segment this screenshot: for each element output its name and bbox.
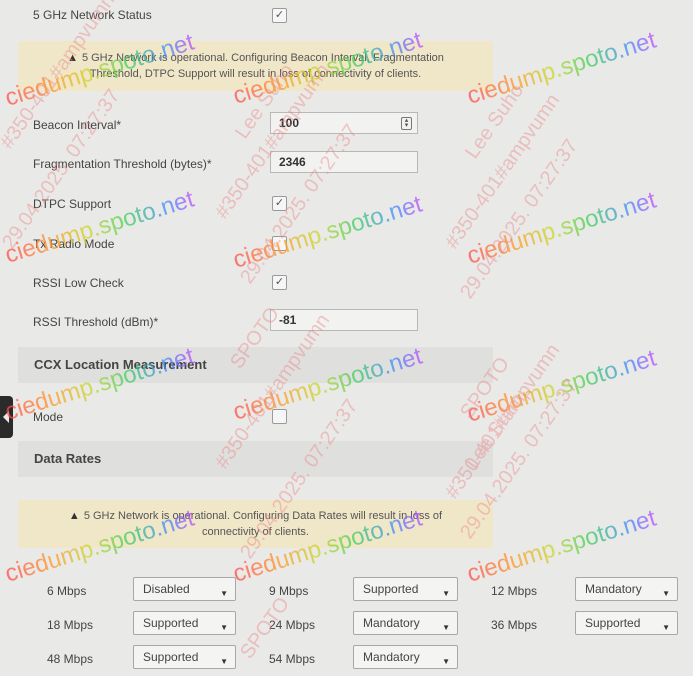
rssi-low-check-checkbox[interactable]: ✓ [272,275,287,290]
chevron-down-icon: ▼ [442,657,450,666]
watermark-site-text: ciedump.spoto.net [464,26,660,109]
chevron-down-icon: ▼ [662,623,670,632]
watermark-site-text: ciedump.spoto.net [464,186,660,269]
chevron-down-icon: ▼ [220,623,228,632]
rate-label-18: 18 Mbps [47,618,94,632]
chevron-down-icon: ▼ [442,589,450,598]
rate-select-36[interactable]: Supported ▼ [575,611,678,635]
rate-select-value: Supported [143,616,199,630]
rate-select-6[interactable]: Disabled ▼ [133,577,236,601]
rates-warning-banner: ▲ 5 GHz Network is operational. Configuri… [18,500,493,548]
chevron-down-icon: ▼ [442,623,450,632]
rate-select-value: Supported [585,616,641,630]
rates-warning-text-2: connectivity of clients. [202,526,309,538]
rate-label-12: 12 Mbps [491,584,538,598]
chevron-down-icon: ▼ [220,589,228,598]
watermark-name-text: Lee Suho [461,80,528,163]
rate-label-54: 54 Mbps [269,652,316,666]
ccx-location-section-header: CCX Location Measurement [18,347,493,383]
rate-select-value: Mandatory [363,650,420,664]
rate-select-54[interactable]: Mandatory ▼ [353,645,458,669]
beacon-interval-field[interactable]: 100 ▴ ▾ [270,112,418,134]
chevron-down-icon: ▼ [220,657,228,666]
beacon-interval-value: 100 [279,116,300,130]
wlan-5ghz-parameters-page: 5 GHz Network Status ✓ ▲ 5 GHz Network is… [0,0,693,676]
rate-select-12[interactable]: Mandatory ▼ [575,577,678,601]
network-status-checkbox[interactable]: ✓ [272,8,287,23]
rssi-threshold-label: RSSI Threshold (dBm)* [33,315,159,329]
rate-label-6: 6 Mbps [47,584,87,598]
fragmentation-label: Fragmentation Threshold (bytes)* [33,157,212,171]
watermark-overlay: ciedump.spoto.net ciedump.spoto.net cied… [0,0,660,663]
rate-select-value: Disabled [143,582,190,596]
network-status-label: 5 GHz Network Status [33,8,152,22]
warning-icon: ▲ [67,52,78,64]
rate-select-18[interactable]: Supported ▼ [133,611,236,635]
rate-select-24[interactable]: Mandatory ▼ [353,611,458,635]
beacon-interval-label: Beacon Interval* [33,118,122,132]
dtpc-support-label: DTPC Support [33,197,112,211]
rssi-threshold-field[interactable]: -81 [270,309,418,331]
warning-icon: ▲ [68,510,80,522]
tx-radio-mode-checkbox[interactable] [272,236,287,251]
rssi-low-check-label: RSSI Low Check [33,276,124,290]
beacon-warning-banner: ▲ 5 GHz Network is operational. Configuri… [18,41,493,91]
data-rates-section-header: Data Rates [18,441,493,477]
rate-select-9[interactable]: Supported ▼ [353,577,458,601]
rate-select-48[interactable]: Supported ▼ [133,645,236,669]
watermark-date-text: 29.04.2025. 07:27:37 [456,135,582,302]
rate-label-9: 9 Mbps [269,584,309,598]
beacon-warning-text-2: Threshold, DTPC Support will result in l… [89,68,422,80]
chevron-down-icon: ▼ [662,589,670,598]
rate-select-value: Mandatory [585,582,642,596]
ccx-mode-label: Mode [33,410,64,424]
tx-radio-mode-label: Tx Radio Mode [33,237,115,251]
watermark-site-text: ciedump.spoto.net [230,190,426,273]
rates-warning-text-1: 5 GHz Network is operational. Configurin… [83,510,443,522]
rate-label-24: 24 Mbps [269,618,316,632]
stepper-icon[interactable]: ▴ ▾ [401,117,412,130]
rate-select-value: Supported [143,650,199,664]
chevron-left-icon [3,411,9,423]
rate-label-48: 48 Mbps [47,652,94,666]
side-panel-toggle[interactable] [0,396,13,438]
watermark-date-text: 29.04.2025. 07:27:37 [236,120,362,287]
ccx-mode-checkbox[interactable] [272,409,287,424]
watermark-stamp-text: #350-401#ampvumn [441,90,564,253]
beacon-warning-text-1: 5 GHz Network is operational. Configurin… [81,52,444,64]
rate-select-value: Mandatory [363,616,420,630]
watermark-site-text: ciedump.spoto.net [464,504,660,587]
rate-select-value: Supported [363,582,419,596]
fragmentation-field[interactable]: 2346 [270,151,418,173]
dtpc-support-checkbox[interactable]: ✓ [272,196,287,211]
rate-label-36: 36 Mbps [491,618,538,632]
watermark-site-text: ciedump.spoto.net [464,344,660,427]
